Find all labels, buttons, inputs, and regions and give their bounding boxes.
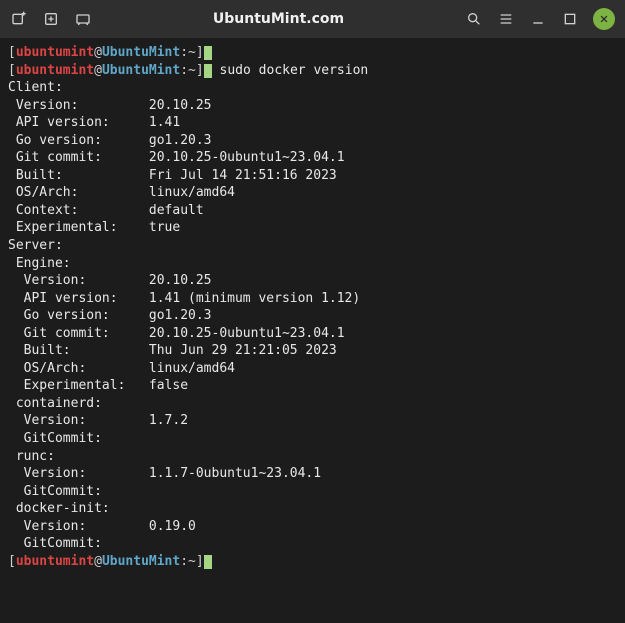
kv-value: Fri Jul 14 21:51:16 2023 (149, 167, 337, 185)
kv-row: Version: 1.1.7-0ubuntu1~23.04.1 (8, 465, 617, 483)
kv-key: API version: (8, 114, 149, 132)
kv-key: Git commit: (8, 149, 149, 167)
close-icon[interactable] (593, 8, 615, 30)
kv-row: Git commit: 20.10.25-0ubuntu1~23.04.1 (8, 325, 617, 343)
kv-value: 1.1.7-0ubuntu1~23.04.1 (149, 465, 321, 483)
kv-value: 0.19.0 (149, 518, 196, 536)
kv-value: default (149, 202, 204, 220)
kv-row: Built: Thu Jun 29 21:21:05 2023 (8, 342, 617, 360)
kv-value: go1.20.3 (149, 132, 212, 150)
kv-value: 1.41 (minimum version 1.12) (149, 290, 360, 308)
titlebar-left-icons (10, 10, 92, 28)
kv-row: Context: default (8, 202, 617, 220)
kv-key: Version: (8, 97, 149, 115)
kv-row: Built: Fri Jul 14 21:51:16 2023 (8, 167, 617, 185)
kv-row: Version: 20.10.25 (8, 272, 617, 290)
kv-key: API version: (8, 290, 149, 308)
kv-value: 1.7.2 (149, 412, 188, 430)
terminal-output[interactable]: [ubuntumint@UbuntuMint:~][ubuntumint@Ubu… (0, 38, 625, 623)
kv-row: API version: 1.41 (minimum version 1.12) (8, 290, 617, 308)
titlebar: UbuntuMint.com (0, 0, 625, 38)
broadcast-icon[interactable] (74, 10, 92, 28)
kv-row: OS/Arch: linux/amd64 (8, 184, 617, 202)
kv-row: Experimental: false (8, 377, 617, 395)
kv-row: Version: 0.19.0 (8, 518, 617, 536)
titlebar-right-icons (465, 8, 615, 30)
kv-value: linux/amd64 (149, 360, 235, 378)
kv-key: Go version: (8, 132, 149, 150)
search-icon[interactable] (465, 10, 483, 28)
kv-value: Thu Jun 29 21:21:05 2023 (149, 342, 337, 360)
kv-key: OS/Arch: (8, 360, 149, 378)
kv-value: 20.10.25-0ubuntu1~23.04.1 (149, 149, 345, 167)
kv-key: Built: (8, 167, 149, 185)
kv-key: GitCommit: (8, 430, 149, 448)
kv-key: GitCommit: (8, 483, 149, 501)
maximize-icon[interactable] (561, 10, 579, 28)
command-text: sudo docker version (220, 63, 369, 78)
kv-value: true (149, 219, 180, 237)
kv-value: go1.20.3 (149, 307, 212, 325)
kv-key: Version: (8, 412, 149, 430)
menu-icon[interactable] (497, 10, 515, 28)
prompt-line: [ubuntumint@UbuntuMint:~] (8, 553, 617, 571)
minimize-icon[interactable] (529, 10, 547, 28)
kv-key: GitCommit: (8, 535, 149, 553)
cursor-icon (204, 555, 212, 569)
kv-key: Version: (8, 518, 149, 536)
kv-row: GitCommit: (8, 535, 617, 553)
window-title: UbuntuMint.com (106, 11, 451, 27)
kv-key: Context: (8, 202, 149, 220)
kv-value: linux/amd64 (149, 184, 235, 202)
kv-key: OS/Arch: (8, 184, 149, 202)
kv-key: Git commit: (8, 325, 149, 343)
new-window-icon[interactable] (42, 10, 60, 28)
cursor-icon (204, 46, 212, 60)
client-header: Client: (8, 79, 617, 97)
kv-value: 20.10.25-0ubuntu1~23.04.1 (149, 325, 345, 343)
kv-row: Version: 1.7.2 (8, 412, 617, 430)
kv-key: Go version: (8, 307, 149, 325)
kv-value: 20.10.25 (149, 97, 212, 115)
server-header: Server: (8, 237, 617, 255)
section-title: containerd: (8, 395, 617, 413)
kv-key: Version: (8, 272, 149, 290)
kv-key: Version: (8, 465, 149, 483)
kv-key: Experimental: (8, 377, 149, 395)
kv-row: Go version: go1.20.3 (8, 132, 617, 150)
kv-row: Experimental: true (8, 219, 617, 237)
prompt-line: [ubuntumint@UbuntuMint:~] sudo docker ve… (8, 62, 617, 80)
kv-row: GitCommit: (8, 430, 617, 448)
kv-key: Built: (8, 342, 149, 360)
prompt-line: [ubuntumint@UbuntuMint:~] (8, 44, 617, 62)
kv-value: 20.10.25 (149, 272, 212, 290)
kv-value: false (149, 377, 188, 395)
new-tab-icon[interactable] (10, 10, 28, 28)
section-title: Engine: (8, 255, 617, 273)
kv-row: Go version: go1.20.3 (8, 307, 617, 325)
kv-key: Experimental: (8, 219, 149, 237)
section-title: runc: (8, 448, 617, 466)
kv-row: Git commit: 20.10.25-0ubuntu1~23.04.1 (8, 149, 617, 167)
kv-row: GitCommit: (8, 483, 617, 501)
kv-row: OS/Arch: linux/amd64 (8, 360, 617, 378)
kv-row: API version: 1.41 (8, 114, 617, 132)
kv-row: Version: 20.10.25 (8, 97, 617, 115)
cursor-icon (204, 64, 212, 78)
section-title: docker-init: (8, 500, 617, 518)
kv-value: 1.41 (149, 114, 180, 132)
